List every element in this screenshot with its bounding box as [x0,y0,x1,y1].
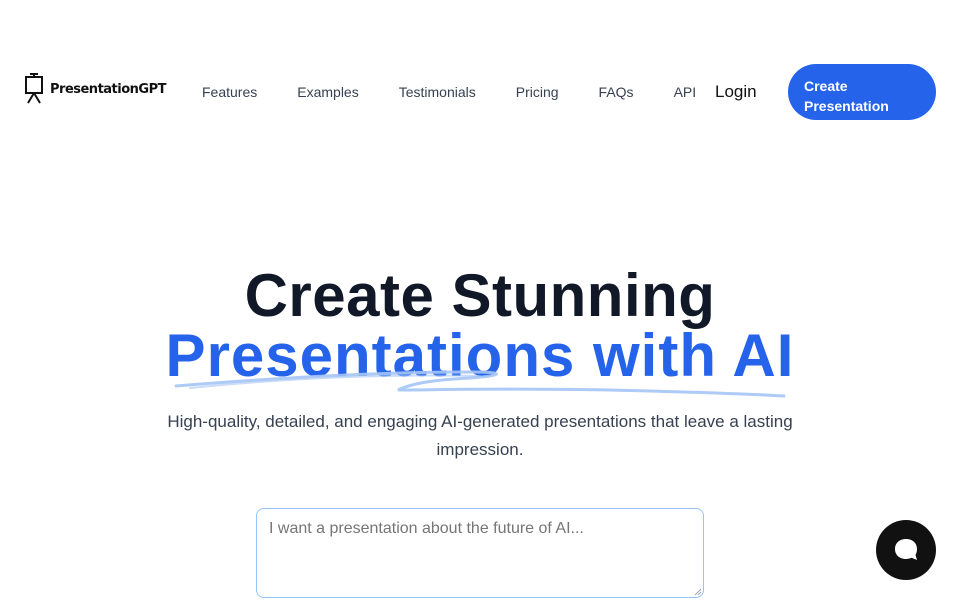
underline-scribble [174,370,786,398]
presentation-easel-icon [25,73,43,104]
logo-link[interactable]: PresentationGPT [24,73,166,105]
chat-launcher-button[interactable] [876,520,936,580]
logo-text: PresentationGPT [50,81,166,97]
nav-faqs[interactable]: FAQs [579,82,654,102]
login-link[interactable]: Login [715,82,757,102]
nav-examples[interactable]: Examples [277,82,378,102]
top-header: PresentationGPT Features Examples Testim… [0,60,960,124]
nav-testimonials[interactable]: Testimonials [379,82,496,102]
presentation-prompt-input[interactable] [256,508,704,598]
resize-grip-icon[interactable] [694,588,702,596]
cta-label-line1: Create [804,78,848,94]
nav-pricing[interactable]: Pricing [496,82,579,102]
hero-title-line1: Create Stunning [244,262,716,329]
hero-subtitle: High-quality, detailed, and engaging AI-… [167,412,793,459]
create-presentation-button[interactable]: Create Presentation [788,64,936,120]
cta-label-line2: Presentation [804,98,889,114]
main-nav: Features Examples Testimonials Pricing F… [182,82,704,102]
nav-api[interactable]: API [654,82,705,102]
nav-features[interactable]: Features [182,82,277,102]
chat-bubble-icon [895,539,917,560]
